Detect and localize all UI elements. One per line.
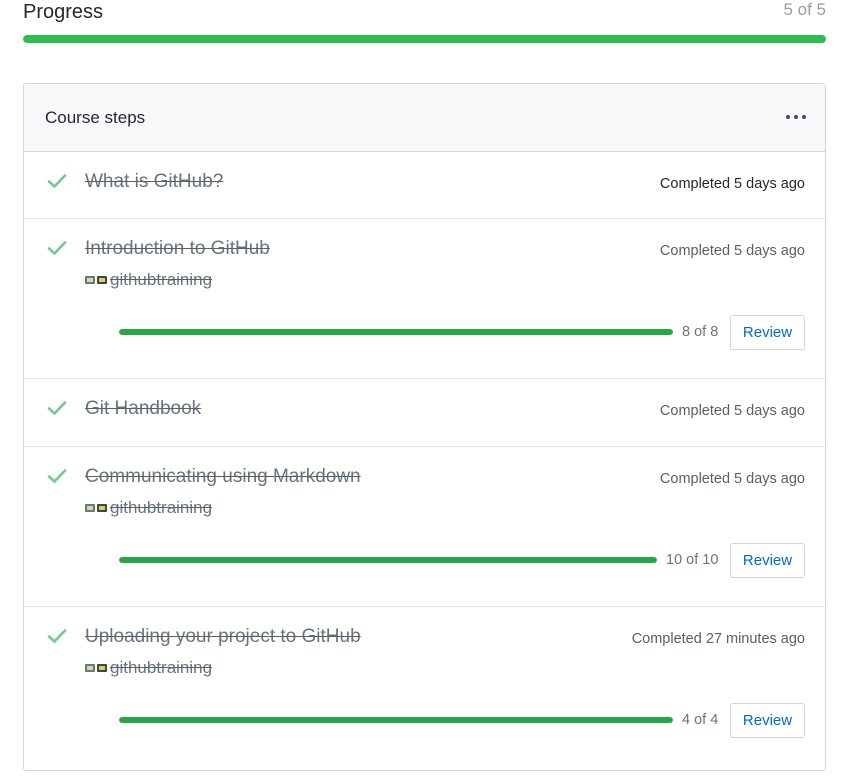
kebab-dot xyxy=(794,115,798,119)
kebab-horizontal-icon xyxy=(786,115,790,119)
step-progress-count: 10 of 10 xyxy=(666,552,719,568)
review-button[interactable]: Review xyxy=(730,703,805,738)
overall-progress-fill xyxy=(23,35,826,43)
step-status: Completed 5 days ago xyxy=(659,471,805,487)
course-steps-card: Course steps What is GitHub? Completed 5… xyxy=(23,83,826,771)
step-owner[interactable]: githubtraining xyxy=(85,268,212,292)
step-status: Completed 27 minutes ago xyxy=(631,631,805,647)
step-progress-bar xyxy=(119,557,657,563)
step-owner-name: githubtraining xyxy=(110,498,213,517)
step-title[interactable]: Uploading your project to GitHub xyxy=(85,626,361,648)
review-button[interactable]: Review xyxy=(730,315,805,350)
step-status: Completed 5 days ago xyxy=(659,176,805,192)
course-step: Communicating using Markdown Completed 5… xyxy=(24,447,825,607)
more-options-button[interactable] xyxy=(785,106,807,126)
step-progress-bar xyxy=(119,717,673,723)
review-button[interactable]: Review xyxy=(730,543,805,578)
progress-header: Progress 5 of 5 xyxy=(23,0,826,26)
step-title[interactable]: Introduction to GitHub xyxy=(85,238,270,260)
course-step: What is GitHub? Completed 5 days ago xyxy=(24,152,825,219)
course-step: Introduction to GitHub Completed 5 days … xyxy=(24,219,825,379)
githubtraining-avatar xyxy=(85,504,107,512)
step-progress-bar xyxy=(119,329,673,335)
step-title[interactable]: What is GitHub? xyxy=(85,171,223,193)
step-title[interactable]: Communicating using Markdown xyxy=(85,466,361,488)
course-step: Uploading your project to GitHub Complet… xyxy=(24,607,825,770)
step-title[interactable]: Git Handbook xyxy=(85,398,201,420)
step-progress-fill xyxy=(119,329,673,335)
course-step: Git Handbook Completed 5 days ago xyxy=(24,379,825,447)
githubtraining-avatar xyxy=(85,276,107,284)
step-owner[interactable]: githubtraining xyxy=(85,496,212,520)
course-steps-header: Course steps xyxy=(24,84,825,152)
step-progress-count: 8 of 8 xyxy=(682,324,719,340)
check-icon xyxy=(47,241,67,255)
check-icon xyxy=(47,174,67,188)
progress-count: 5 of 5 xyxy=(783,0,826,19)
step-status: Completed 5 days ago xyxy=(659,243,805,259)
step-owner-name: githubtraining xyxy=(110,270,213,289)
step-progress-fill xyxy=(119,717,673,723)
step-owner-name: githubtraining xyxy=(110,658,213,677)
githubtraining-avatar xyxy=(85,664,107,672)
step-status: Completed 5 days ago xyxy=(659,403,805,419)
check-icon xyxy=(47,469,67,483)
progress-title: Progress xyxy=(23,1,104,23)
check-icon xyxy=(47,401,67,415)
overall-progress-bar xyxy=(23,35,826,43)
course-steps-title: Course steps xyxy=(45,108,146,127)
step-owner[interactable]: githubtraining xyxy=(85,656,212,680)
step-progress-fill xyxy=(119,557,657,563)
step-progress-count: 4 of 4 xyxy=(682,712,719,728)
check-icon xyxy=(47,629,67,643)
kebab-dot xyxy=(802,115,806,119)
